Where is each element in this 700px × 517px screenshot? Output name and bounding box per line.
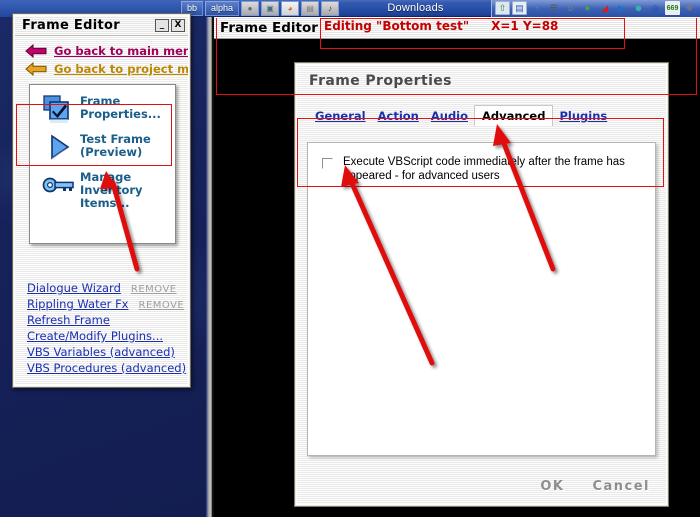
go-back-project-menu-link[interactable]: Go back to project menu — [54, 62, 188, 76]
frame-editor-panel-title: Frame Editor — [22, 18, 120, 33]
taskbar-active-window-title[interactable]: Downloads — [340, 2, 491, 14]
tray-icon-counter[interactable]: 669 — [665, 1, 680, 15]
link-refresh-frame[interactable]: Refresh Frame — [27, 313, 110, 327]
tab-action[interactable]: Action — [372, 107, 425, 125]
minimize-button[interactable]: _ — [155, 19, 169, 32]
menu-label-line3: Items... — [80, 196, 130, 210]
link-rippling-water-fx[interactable]: Rippling Water Fx — [27, 297, 129, 311]
frame-properties-dialog: Frame Properties General Action Audio Ad… — [294, 62, 669, 507]
tray-icon-notes[interactable]: ▤ — [512, 1, 527, 15]
cancel-button[interactable]: Cancel — [592, 479, 650, 494]
tray-icon-misc[interactable]: ❖ — [682, 1, 697, 15]
menu-item-manage-inventory-label: Manage Inventory Items... — [80, 170, 143, 210]
link-row: Create/Modify Plugins... — [27, 329, 180, 345]
system-tray: ⇧ ▤ ◔ ☰ ☺ ● ◢ ▶ ☻ ◎ 669 ❖ — [491, 0, 700, 17]
dialog-title: Frame Properties — [309, 73, 452, 89]
taskbar-button-alpha[interactable]: alpha — [205, 0, 240, 16]
execute-vbscript-label: Execute VBScript code immediately after … — [343, 156, 625, 182]
frame-editor-link-list: Dialogue Wizard REMOVE Rippling Water Fx… — [27, 281, 186, 377]
menu-label-line1: Frame — [80, 94, 121, 108]
menu-item-test-frame[interactable]: Test Frame (Preview) — [34, 129, 171, 167]
tab-general[interactable]: General — [309, 107, 372, 125]
left-arrow-orange-icon — [25, 62, 47, 76]
status-editing-label: Editing "Bottom test" — [324, 19, 470, 33]
frame-editor-panel-window: Frame Editor _ X Go back to main menu Go… — [12, 13, 191, 388]
play-triangle-icon — [38, 132, 80, 164]
link-dialogue-wizard[interactable]: Dialogue Wizard — [27, 281, 121, 295]
link-row: VBS Variables (advanced) — [27, 345, 180, 361]
key-icon — [38, 170, 80, 202]
go-back-main-menu-link[interactable]: Go back to main menu — [54, 44, 188, 58]
dialog-tabstrip: General Action Audio Advanced Plugins — [297, 105, 666, 126]
link-vbs-procedures[interactable]: VBS Procedures (advanced) — [27, 361, 186, 375]
link-create-modify-plugins[interactable]: Create/Modify Plugins... — [27, 329, 163, 343]
menu-item-manage-inventory[interactable]: Manage Inventory Items... — [34, 167, 171, 213]
link-row: Refresh Frame — [27, 313, 180, 329]
menu-label-line1: Manage — [80, 170, 132, 184]
execute-vbscript-checkbox[interactable] — [322, 158, 333, 169]
tray-icon-cow[interactable]: ☺ — [563, 1, 578, 15]
remove-dialogue-wizard[interactable]: REMOVE — [131, 284, 177, 295]
app-titlebar: Frame Editor Editing "Bottom test" X=1 Y… — [214, 17, 700, 39]
menu-label-line2: Inventory — [80, 183, 143, 197]
tab-plugins[interactable]: Plugins — [553, 107, 613, 125]
menu-item-frame-properties[interactable]: Frame Properties... — [34, 91, 171, 129]
tab-audio[interactable]: Audio — [425, 107, 474, 125]
frame-editor-panel-titlebar: Frame Editor _ X — [15, 16, 188, 36]
tray-icon-target[interactable]: ◎ — [648, 1, 663, 15]
taskbar-icon-firefox[interactable]: ◕ — [281, 0, 300, 16]
link-vbs-variables[interactable]: VBS Variables (advanced) — [27, 345, 175, 359]
checked-squares-icon — [38, 94, 80, 126]
go-back-project-menu-row[interactable]: Go back to project menu — [15, 60, 188, 78]
link-row: Dialogue Wizard REMOVE — [27, 281, 180, 297]
taskbar-icon-globe[interactable]: ● — [241, 0, 260, 16]
left-arrow-magenta-icon — [25, 44, 47, 58]
tab-advanced[interactable]: Advanced — [474, 105, 554, 126]
tray-icon-smiley[interactable]: ☻ — [631, 1, 646, 15]
menu-label-line2: (Preview) — [80, 145, 143, 159]
remove-rippling-water-fx[interactable]: REMOVE — [139, 300, 185, 311]
taskbar-icon-document[interactable]: ▤ — [301, 0, 320, 16]
link-row: Rippling Water Fx REMOVE — [27, 297, 184, 313]
menu-item-test-frame-label: Test Frame (Preview) — [80, 132, 151, 159]
status-coordinates: X=1 Y=88 — [491, 19, 559, 33]
dialog-button-row: OK Cancel — [540, 479, 650, 494]
advanced-tab-panel: Execute VBScript code immediately after … — [307, 142, 656, 456]
desktop-right-edge — [206, 17, 212, 517]
tray-icon-red-triangle[interactable]: ◢ — [597, 1, 612, 15]
tray-icon-browser[interactable]: ◔ — [529, 1, 544, 15]
taskbar-icon-media[interactable]: ♪ — [321, 0, 340, 16]
app-title: Frame Editor — [220, 19, 318, 36]
execute-vbscript-row[interactable]: Execute VBScript code immediately after … — [308, 143, 655, 183]
ok-button[interactable]: OK — [540, 479, 564, 494]
link-row: VBS Procedures (advanced) — [27, 361, 186, 377]
menu-label-line1: Test Frame — [80, 132, 151, 146]
tray-icon-upload-arrow[interactable]: ⇧ — [495, 1, 510, 15]
taskbar-icon-window[interactable]: ▣ — [261, 0, 280, 16]
frame-editor-menu-card: Frame Properties... Test Frame (Preview) — [29, 84, 176, 244]
menu-label-line2: Properties... — [80, 107, 161, 121]
tray-icon-flp-green[interactable]: ● — [580, 1, 595, 15]
frame-editor-app-window: Frame Editor Editing "Bottom test" X=1 Y… — [214, 17, 700, 517]
tray-icon-printer[interactable]: ☰ — [546, 1, 561, 15]
app-status-bar: Editing "Bottom test" X=1 Y=88 — [324, 19, 558, 33]
go-back-main-menu-row[interactable]: Go back to main menu — [15, 42, 188, 60]
close-button[interactable]: X — [171, 19, 185, 32]
menu-item-frame-properties-label: Frame Properties... — [80, 94, 161, 121]
tray-icon-play-blue[interactable]: ▶ — [614, 1, 629, 15]
